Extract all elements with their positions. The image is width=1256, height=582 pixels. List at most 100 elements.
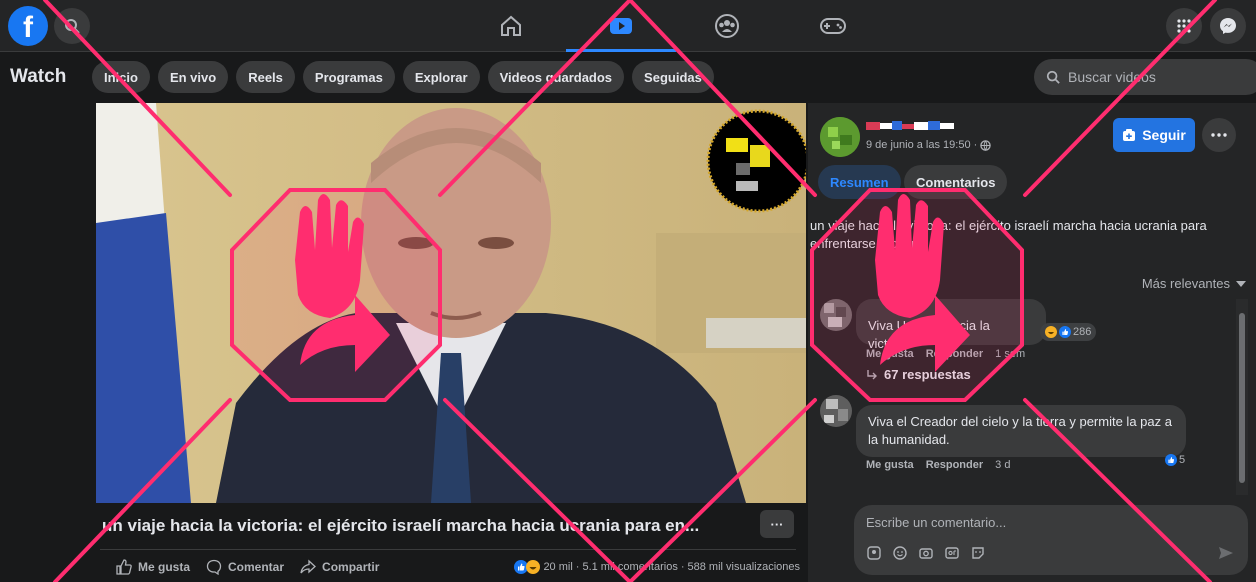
comment-reactions[interactable]: 286	[1040, 323, 1097, 341]
globe-icon	[980, 139, 992, 151]
post-options-button[interactable]	[1202, 118, 1236, 152]
comment-label: Comentar	[228, 560, 285, 574]
thumbs-up-icon	[116, 559, 132, 575]
comment-like-link[interactable]: Me gusta	[866, 348, 914, 360]
composer-tools	[866, 545, 986, 561]
chip-programas[interactable]: Programas	[302, 61, 395, 93]
divider	[100, 549, 796, 550]
chip-explorar[interactable]: Explorar	[402, 61, 480, 93]
gif-icon[interactable]	[944, 545, 960, 561]
nav-gaming[interactable]	[778, 0, 888, 52]
comment-text: Viva Ucrania hacia la victoria	[868, 318, 990, 351]
like-reaction-icon	[1059, 326, 1071, 338]
messenger-icon	[1220, 18, 1236, 34]
like-button[interactable]: Me gusta	[116, 559, 190, 575]
video-more-button[interactable]: ···	[760, 510, 794, 538]
sort-comments-dropdown[interactable]: Más relevantes	[1142, 276, 1246, 291]
reactions-count[interactable]: 20 mil	[543, 561, 572, 573]
menu-button[interactable]	[1166, 8, 1202, 44]
haha-reaction-icon	[1045, 326, 1057, 338]
video-title[interactable]: un viaje hacia la victoria: el ejército …	[96, 516, 736, 536]
comment-bubble: Viva el Creador del cielo y la tierra y …	[856, 405, 1186, 457]
emoji-icon[interactable]	[892, 545, 908, 561]
chip-inicio[interactable]: Inicio	[92, 61, 150, 93]
chip-reels[interactable]: Reels	[236, 61, 295, 93]
video-actions: Me gusta Comentar Compartir 20 mil · 5.1…	[100, 556, 800, 578]
messenger-button[interactable]	[1210, 8, 1246, 44]
comment-avatar[interactable]	[820, 395, 852, 427]
like-reaction-icon	[1165, 454, 1177, 466]
pixelated-avatar	[820, 395, 852, 427]
comment-input[interactable]	[866, 515, 1166, 530]
camera-icon[interactable]	[918, 545, 934, 561]
share-button[interactable]: Compartir	[300, 559, 379, 575]
comment-reaction-count: 5	[1179, 454, 1186, 466]
pixelated-avatar	[820, 299, 852, 331]
watch-nav-chips: Inicio En vivo Reels Programas Explorar …	[92, 61, 714, 93]
comment-avatar[interactable]	[820, 299, 852, 331]
grid-menu-icon	[1177, 19, 1191, 33]
comment-bubble: Viva Ucrania hacia la victoria	[856, 299, 1046, 351]
comment-time[interactable]: 3 d	[995, 459, 1010, 471]
comment-button[interactable]: Comentar	[206, 559, 284, 575]
video-stats: 20 mil · 5.1 mil comentarios · 588 mil v…	[514, 560, 800, 574]
like-label: Me gusta	[138, 560, 191, 574]
stats-separator: ·	[575, 561, 580, 573]
comment-reaction-count: 286	[1073, 326, 1092, 338]
comment-reactions[interactable]: 5	[1160, 451, 1190, 469]
share-icon	[300, 559, 316, 574]
video-title-row: un viaje hacia la victoria: el ejército …	[96, 506, 806, 546]
follow-button[interactable]: Seguir	[1113, 118, 1195, 152]
video-player[interactable]	[96, 103, 806, 503]
comment-composer[interactable]	[854, 505, 1248, 575]
top-bar: f	[0, 0, 1256, 52]
nav-watch[interactable]	[566, 0, 676, 52]
watch-icon	[610, 18, 632, 34]
search-videos-box[interactable]	[1034, 59, 1256, 95]
comment-like-link[interactable]: Me gusta	[866, 459, 914, 471]
search-videos-input[interactable]	[1068, 69, 1238, 85]
post-date-text: 9 de junio a las 19:50 ·	[866, 139, 978, 151]
tab-comentarios[interactable]: Comentarios	[904, 165, 1008, 199]
comment-reply-link[interactable]: Responder	[926, 459, 983, 471]
comment-meta: Me gusta Responder 1 sem	[866, 348, 1025, 360]
search-icon	[65, 19, 80, 34]
chip-videos-guardados[interactable]: Videos guardados	[487, 61, 625, 93]
search-icon	[1046, 70, 1060, 84]
more-dots-icon	[1211, 133, 1227, 137]
tab-resumen[interactable]: Resumen	[818, 165, 901, 199]
follow-icon	[1123, 129, 1136, 141]
comments-count[interactable]: 5.1 mil comentarios	[582, 561, 677, 573]
share-label: Compartir	[322, 560, 380, 574]
replies-count: 67 respuestas	[884, 367, 971, 382]
search-button[interactable]	[54, 8, 90, 44]
nav-groups[interactable]	[672, 0, 782, 52]
post-date[interactable]: 9 de junio a las 19:50 ·	[866, 139, 992, 151]
page-name-redacted[interactable]	[866, 121, 956, 133]
avatar-image	[820, 117, 860, 157]
home-icon	[501, 15, 521, 36]
comment-meta: Me gusta Responder 3 d	[866, 459, 1010, 471]
groups-icon	[715, 14, 739, 38]
page-avatar[interactable]	[820, 117, 860, 157]
send-icon[interactable]	[1218, 545, 1234, 561]
video-frame	[96, 103, 806, 503]
haha-reaction-icon	[526, 560, 541, 574]
follow-label: Seguir	[1142, 127, 1186, 143]
comment-reply-link[interactable]: Responder	[926, 348, 983, 360]
scrollbar-thumb[interactable]	[1239, 313, 1245, 483]
avatar-sticker-icon[interactable]	[866, 545, 882, 561]
comment-time[interactable]: 1 sem	[995, 348, 1025, 360]
view-replies[interactable]: 67 respuestas	[866, 367, 971, 382]
stats-separator: ·	[680, 561, 685, 573]
comment-text: Viva el Creador del cielo y la tierra y …	[868, 414, 1172, 447]
sticker-icon[interactable]	[970, 545, 986, 561]
active-tab-indicator	[566, 49, 676, 52]
post-description: un viaje hacia la victoria: el ejército …	[810, 218, 1207, 251]
facebook-logo[interactable]: f	[8, 6, 48, 46]
caret-down-icon	[1236, 280, 1246, 287]
chip-seguidas[interactable]: Seguidas	[632, 61, 714, 93]
sort-label: Más relevantes	[1141, 276, 1230, 291]
nav-home[interactable]	[456, 0, 566, 52]
chip-en-vivo[interactable]: En vivo	[157, 61, 229, 93]
